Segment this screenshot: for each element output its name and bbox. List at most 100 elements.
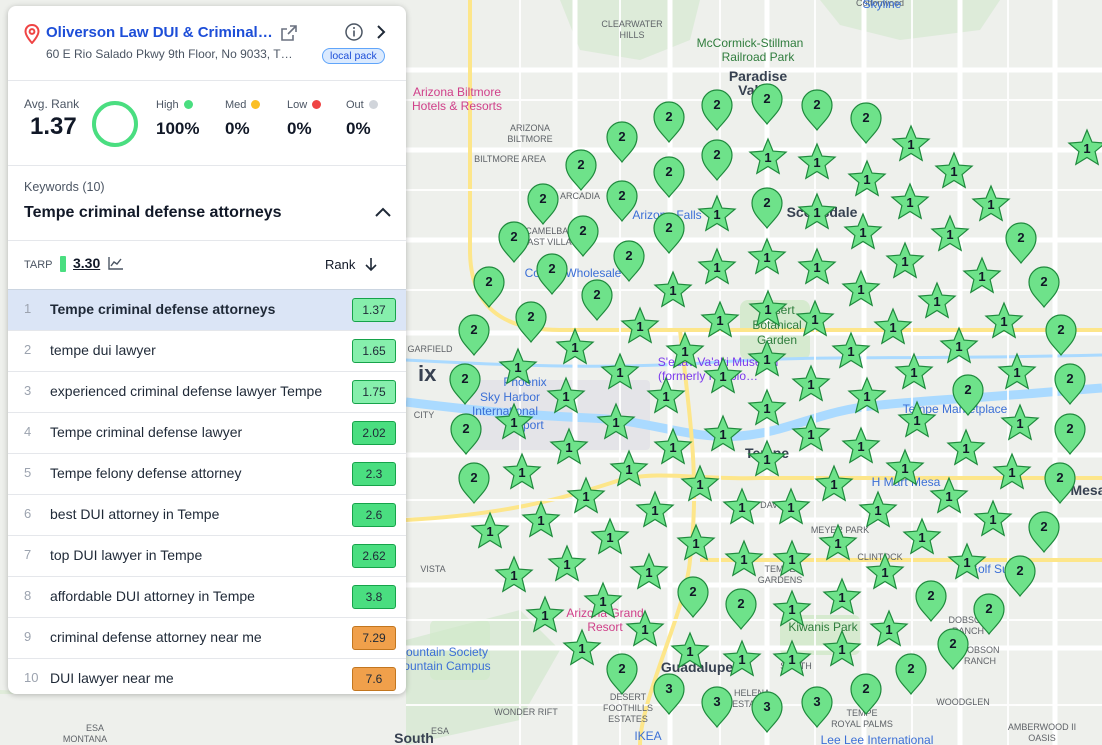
stat-low-pct: 0% [287, 119, 312, 138]
map-label: BILTMORE AREA [474, 154, 546, 164]
marker-rank-number: 2 [548, 261, 555, 276]
stat-low: Low 0% [287, 99, 322, 139]
marker-rank-number: 1 [1016, 416, 1023, 431]
marker-rank-number: 1 [788, 652, 795, 667]
marker-rank-number: 1 [788, 602, 795, 617]
keyword-row-number: 1 [24, 301, 32, 316]
marker-rank-number: 1 [518, 465, 525, 480]
marker-rank-number: 1 [651, 503, 658, 518]
marker-rank-number: 2 [1016, 563, 1023, 578]
chevron-up-icon[interactable] [374, 206, 392, 218]
marker-rank-number: 1 [486, 524, 493, 539]
marker-rank-number: 1 [738, 500, 745, 515]
keyword-row[interactable]: 10 DUI lawyer near me 7.6 [8, 659, 406, 694]
marker-rank-number: 1 [907, 137, 914, 152]
marker-rank-number: 1 [582, 489, 589, 504]
marker-rank-number: 1 [669, 440, 676, 455]
marker-rank-number: 1 [692, 536, 699, 551]
keyword-selector[interactable]: Keywords (10) Tempe criminal defense att… [8, 166, 406, 241]
keyword-row-rank: 2.3 [352, 462, 396, 486]
marker-rank-number: 1 [645, 565, 652, 580]
marker-rank-number: 2 [579, 223, 586, 238]
arrow-down-icon[interactable] [364, 256, 378, 272]
keyword-row[interactable]: 4 Tempe criminal defense lawyer 2.02 [8, 413, 406, 454]
map-label: RANCH [964, 656, 996, 666]
marker-rank-number: 1 [716, 313, 723, 328]
high-dot-icon [183, 100, 193, 109]
keyword-row-rank: 1.65 [352, 339, 396, 363]
marker-rank-number: 2 [539, 191, 546, 206]
marker-rank-number: 3 [763, 699, 770, 714]
marker-rank-number: 2 [763, 195, 770, 210]
med-dot-icon [251, 100, 261, 109]
keyword-row[interactable]: 1 Tempe criminal defense attorneys 1.37 [8, 290, 406, 331]
map-label: GARFIELD [407, 344, 453, 354]
keyword-row[interactable]: 5 Tempe felony defense attorney 2.3 [8, 454, 406, 495]
keyword-row-number: 8 [24, 588, 32, 603]
marker-rank-number: 1 [838, 590, 845, 605]
keyword-row-rank: 1.75 [352, 380, 396, 404]
keyword-row-number: 3 [24, 383, 32, 398]
keyword-row-text: best DUI attorney in Tempe [50, 506, 220, 522]
marker-rank-number: 1 [950, 164, 957, 179]
keyword-row[interactable]: 6 best DUI attorney in Tempe 2.6 [8, 495, 406, 536]
marker-rank-number: 1 [578, 641, 585, 656]
keyword-row[interactable]: 2 tempe dui lawyer 1.65 [8, 331, 406, 372]
business-name[interactable]: Oliverson Law DUI & Criminal… [46, 24, 274, 41]
marker-rank-number: 1 [537, 513, 544, 528]
keyword-row[interactable]: 9 criminal defense attorney near me 7.29 [8, 618, 406, 659]
marker-rank-number: 1 [686, 644, 693, 659]
keyword-row-rank: 1.37 [352, 298, 396, 322]
marker-rank-number: 2 [927, 588, 934, 603]
chevron-right-icon[interactable] [372, 22, 390, 42]
marker-rank-number: 1 [1083, 141, 1090, 156]
map-label: ESA [86, 723, 104, 733]
marker-rank-number: 2 [713, 147, 720, 162]
marker-rank-number: 1 [863, 389, 870, 404]
map-label: ARCADIA [560, 191, 600, 201]
marker-rank-number: 1 [541, 608, 548, 623]
marker-rank-number: 1 [857, 439, 864, 454]
marker-rank-number: 1 [1008, 465, 1015, 480]
marker-rank-number: 2 [665, 109, 672, 124]
marker-rank-number: 1 [906, 195, 913, 210]
external-link-icon[interactable] [280, 24, 298, 42]
marker-rank-number: 1 [811, 312, 818, 327]
marker-rank-number: 1 [681, 344, 688, 359]
map-label: Mesa [1070, 482, 1102, 498]
marker-rank-number: 1 [599, 594, 606, 609]
marker-rank-number: 1 [910, 365, 917, 380]
keyword-row[interactable]: 8 affordable DUI attorney in Tempe 3.8 [8, 577, 406, 618]
marker-rank-number: 2 [907, 661, 914, 676]
marker-rank-number: 1 [813, 205, 820, 220]
marker-rank-number: 1 [978, 269, 985, 284]
map-label: Arizona Biltmore [413, 85, 501, 99]
marker-rank-number: 2 [737, 596, 744, 611]
marker-rank-number: 2 [1066, 371, 1073, 386]
map-label: CITY [414, 410, 435, 420]
marker-rank-number: 1 [571, 340, 578, 355]
local-pack-badge: local pack [322, 48, 385, 64]
marker-rank-number: 1 [807, 377, 814, 392]
tarp-bar: TARP 3.30 Rank [8, 241, 406, 290]
marker-rank-number: 3 [813, 694, 820, 709]
keyword-row-text: tempe dui lawyer [50, 342, 156, 358]
rank-stats: Avg. Rank 1.37 High 100% Med 0% Low 0% O… [8, 81, 406, 166]
keyword-row-text: DUI lawyer near me [50, 670, 174, 686]
marker-rank-number: 3 [665, 681, 672, 696]
keyword-row[interactable]: 7 top DUI lawyer in Tempe 2.62 [8, 536, 406, 577]
marker-rank-number: 1 [669, 283, 676, 298]
marker-rank-number: 1 [565, 440, 572, 455]
keyword-row[interactable]: 3 experienced criminal defense lawyer Tem… [8, 372, 406, 413]
keywords-count-label: Keywords (10) [24, 180, 105, 194]
tarp-value[interactable]: 3.30 [73, 255, 100, 271]
marker-rank-number: 1 [1013, 365, 1020, 380]
map-label: BILTMORE [507, 134, 552, 144]
trend-chart-icon[interactable] [108, 256, 124, 270]
rank-sort-label[interactable]: Rank [325, 257, 355, 272]
marker-rank-number: 1 [1000, 314, 1007, 329]
info-icon[interactable] [344, 22, 364, 42]
map-label: VISTA [420, 564, 445, 574]
marker-rank-number: 3 [713, 694, 720, 709]
marker-rank-number: 2 [577, 157, 584, 172]
